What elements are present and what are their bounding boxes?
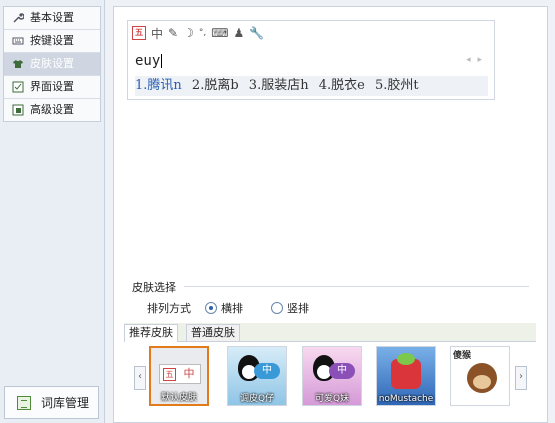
logo-icon: 五 <box>163 368 176 381</box>
dictionary-manager-label: 词库管理 <box>41 396 90 410</box>
pen-icon[interactable]: ✎ <box>168 26 178 40</box>
candidate-item[interactable]: 2.脱离b <box>192 78 239 93</box>
page-arrows[interactable]: ◂ ▸ <box>466 55 484 65</box>
chinese-mode-icon[interactable]: 中 <box>151 25 163 42</box>
user-icon[interactable]: ♟ <box>234 26 245 40</box>
dictionary-manager-button[interactable]: 词库管理 <box>4 386 99 419</box>
moon-icon[interactable]: ☽ <box>183 26 194 40</box>
next-arrow-button[interactable]: › <box>515 366 527 390</box>
sidebar-item-label: 高级设置 <box>30 103 74 116</box>
sidebar-item-label: 按键设置 <box>30 34 74 47</box>
composition-text: euy <box>135 53 163 69</box>
punctuation-icon[interactable]: °, <box>199 28 206 38</box>
sidebar-item-keys[interactable]: 按键设置 <box>4 30 100 53</box>
order-row: 排列方式 横排 竖排 <box>147 300 309 316</box>
candidate-item[interactable]: 1.腾讯n <box>135 78 182 93</box>
skin-settings-panel: 五 中 ✎ ☽ °, ⌨ ♟ 🔧 euy ◂ ▸ 1.腾讯n 2.脱离b 3.服… <box>113 6 548 423</box>
skin-section-title: 皮肤选择 <box>132 281 176 294</box>
chinese-mode-icon: 中 <box>254 363 280 379</box>
skin-tabs: 推荐皮肤 普通皮肤 <box>124 323 536 342</box>
sidebar-item-label: 基本设置 <box>30 11 74 24</box>
vertical-radio-label[interactable]: 竖排 <box>287 300 309 316</box>
section-divider <box>184 286 529 287</box>
tab-recommended[interactable]: 推荐皮肤 <box>124 324 178 342</box>
candidate-item[interactable]: 5.胶州t <box>375 78 419 93</box>
advanced-icon <box>12 104 24 116</box>
dictionary-icon <box>17 396 31 410</box>
sidebar-item-interface[interactable]: 界面设置 <box>4 76 100 99</box>
skin-name: 可爱Q妹 <box>314 394 350 404</box>
skin-shahou[interactable]: 傻猴 <box>450 346 510 406</box>
shirt-icon <box>13 60 23 68</box>
leaf-icon <box>397 353 415 365</box>
ime-preview: 五 中 ✎ ☽ °, ⌨ ♟ 🔧 euy ◂ ▸ 1.腾讯n 2.脱离b 3.服… <box>127 20 495 100</box>
prev-arrow-button[interactable]: ‹ <box>134 366 146 390</box>
skin-name: 默认皮肤 <box>160 393 197 403</box>
sidebar-item-basic[interactable]: 基本设置 <box>4 7 100 30</box>
skin-name: 调皮Q仔 <box>239 394 275 404</box>
wrench-icon[interactable]: 🔧 <box>249 26 264 40</box>
keyboard-icon[interactable]: ⌨ <box>211 26 228 40</box>
sidebar-item-label: 皮肤设置 <box>30 57 74 70</box>
skin-gallery: ‹ 五 中 默认皮肤 中 调皮Q仔 中 可爱Q妹 noMustache 傻猴 › <box>124 341 536 413</box>
skin-keai[interactable]: 中 可爱Q妹 <box>302 346 362 406</box>
ime-toolbar: 五 中 ✎ ☽ °, ⌨ ♟ 🔧 <box>132 23 264 43</box>
horizontal-radio[interactable] <box>205 302 217 314</box>
skin-default[interactable]: 五 中 默认皮肤 <box>149 346 209 406</box>
keyboard-icon <box>12 37 24 45</box>
text-caret <box>161 54 163 68</box>
logo-icon[interactable]: 五 <box>132 26 146 40</box>
monkey-face <box>473 375 491 389</box>
window-icon <box>12 81 24 93</box>
candidate-list: 1.腾讯n 2.脱离b 3.服装店h 4.脱衣e 5.胶州t <box>135 76 488 96</box>
skin-caption: 傻猴 <box>453 351 472 361</box>
composition-value: euy <box>135 53 161 69</box>
wrench-icon <box>13 13 24 23</box>
skin-name: noMustache <box>378 394 434 404</box>
order-label: 排列方式 <box>147 302 191 315</box>
chinese-mode-icon: 中 <box>329 363 355 379</box>
settings-nav: 基本设置 按键设置 皮肤设置 界面设置 高级设置 <box>3 6 101 122</box>
sidebar: 基本设置 按键设置 皮肤设置 界面设置 高级设置 词库管理 <box>0 0 105 423</box>
tab-normal[interactable]: 普通皮肤 <box>186 324 240 341</box>
skin-nomustache[interactable]: noMustache <box>376 346 436 406</box>
sidebar-item-advanced[interactable]: 高级设置 <box>4 99 100 121</box>
sidebar-item-skin[interactable]: 皮肤设置 <box>4 53 100 76</box>
candidate-item[interactable]: 4.脱衣e <box>319 78 365 93</box>
horizontal-radio-label[interactable]: 横排 <box>221 300 243 316</box>
chinese-mode-icon: 中 <box>183 367 195 380</box>
vertical-radio[interactable] <box>271 302 283 314</box>
candidate-item[interactable]: 3.服装店h <box>249 78 309 93</box>
skin-default-preview: 五 中 <box>159 364 201 384</box>
sidebar-item-label: 界面设置 <box>30 80 74 93</box>
skin-tiaopi[interactable]: 中 调皮Q仔 <box>227 346 287 406</box>
